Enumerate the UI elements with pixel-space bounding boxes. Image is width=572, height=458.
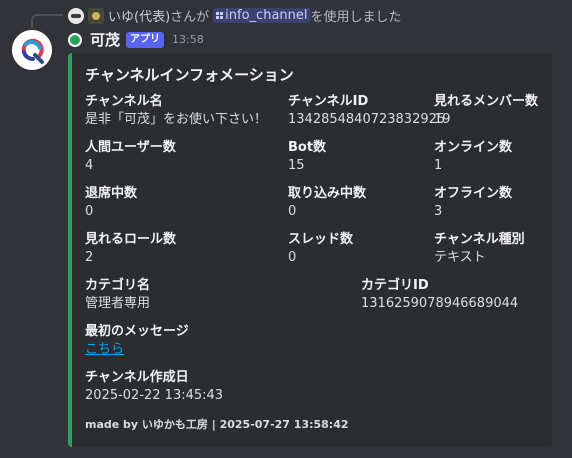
- field-category-name: カテゴリ名 管理者専用: [85, 277, 150, 313]
- embed-footer: made by いゆかも工房 | 2025-07-27 13:58:42: [85, 418, 349, 431]
- reply-text-after: を使用しました: [310, 10, 402, 25]
- field-name: Bot数: [288, 140, 327, 155]
- field-name: 人間ユーザー数: [85, 140, 176, 155]
- field-name: 取り込み中数: [288, 186, 367, 201]
- reply-reference[interactable]: いゆ(代表) さんが info_channel を使用しました: [68, 6, 402, 25]
- field-first-message: 最初のメッセージ こちら: [85, 323, 189, 359]
- field-channel-name: チャンネル名 是非「可茂」をお使い下さい！: [85, 93, 267, 129]
- field-name: カテゴリ名: [85, 278, 151, 293]
- field-channel-id: チャンネルID 1342854840723832925: [288, 93, 445, 129]
- field-thread-count: スレッド数 0: [288, 231, 353, 267]
- message: いゆ(代表) さんが info_channel を使用しました 可茂 アプリ 13…: [0, 0, 572, 458]
- field-name: 見れるロール数: [85, 232, 177, 247]
- field-name: スレッド数: [288, 232, 354, 247]
- field-idle-count: 退席中数 0: [85, 185, 137, 221]
- field-value: テキスト: [434, 250, 486, 265]
- command-name: info_channel: [225, 8, 308, 23]
- field-name: 退席中数: [85, 186, 138, 201]
- embed: チャンネルインフォメーション チャンネル名 是非「可茂」をお使い下さい！ チャン…: [68, 53, 552, 447]
- field-created-at: チャンネル作成日 2025-02-22 13:45:43: [85, 369, 223, 405]
- field-dnd-count: 取り込み中数 0: [288, 185, 366, 221]
- reply-avatar[interactable]: [68, 7, 84, 24]
- field-value: 2025-02-22 13:45:43: [85, 388, 224, 403]
- field-value: 管理者専用: [85, 296, 151, 311]
- field-offline-count: オフライン数 3: [434, 185, 512, 221]
- field-name: 最初のメッセージ: [85, 324, 189, 339]
- field-name: チャンネルID: [288, 94, 369, 109]
- field-value: 15: [288, 158, 305, 173]
- reply-role-icon: [88, 7, 104, 24]
- field-name: チャンネル作成日: [85, 370, 189, 385]
- field-value: 19: [434, 112, 451, 127]
- message-timestamp[interactable]: 13:58: [172, 33, 204, 46]
- field-online-count: オンライン数 1: [434, 139, 512, 175]
- field-value: 3: [434, 204, 443, 219]
- command-icon: [216, 12, 224, 19]
- embed-title: チャンネルインフォメーション: [85, 66, 294, 84]
- field-name: オフライン数: [434, 186, 513, 201]
- field-name: カテゴリID: [361, 278, 429, 293]
- field-name: 見れるメンバー数: [434, 94, 539, 109]
- field-name: チャンネル種別: [434, 232, 525, 247]
- online-status-icon: [68, 32, 82, 47]
- field-visible-roles: 見れるロール数 2: [85, 231, 176, 267]
- reply-text-before: さんが: [170, 10, 210, 25]
- message-header: 可茂 アプリ 13:58: [68, 29, 204, 50]
- bot-logo-icon: [12, 30, 52, 70]
- field-value: 1342854840723832925: [288, 112, 446, 127]
- field-name: オンライン数: [434, 140, 513, 155]
- field-value: 是非「可茂」をお使い下さい！: [85, 112, 268, 127]
- field-bot-count: Bot数 15: [288, 139, 326, 175]
- reply-spine: [31, 14, 63, 28]
- field-channel-type: チャンネル種別 テキスト: [434, 231, 525, 267]
- bot-username[interactable]: 可茂: [90, 29, 120, 50]
- field-value: 0: [85, 204, 94, 219]
- field-value: 2: [85, 250, 94, 265]
- field-visible-members: 見れるメンバー数 19: [434, 93, 538, 129]
- first-message-link[interactable]: こちら: [85, 341, 189, 359]
- reply-username[interactable]: いゆ(代表): [108, 6, 170, 25]
- field-category-id: カテゴリID 1316259078946689044: [361, 277, 518, 313]
- field-human-users: 人間ユーザー数 4: [85, 139, 176, 175]
- command-chip[interactable]: info_channel: [213, 8, 311, 23]
- field-value: 1: [434, 158, 443, 173]
- app-tag: アプリ: [126, 31, 165, 48]
- field-value: 4: [85, 158, 94, 173]
- field-name: チャンネル名: [85, 94, 163, 109]
- field-value: 1316259078946689044: [361, 296, 519, 311]
- bot-avatar[interactable]: [12, 30, 52, 70]
- field-value: 0: [288, 204, 297, 219]
- field-value: 0: [288, 250, 297, 265]
